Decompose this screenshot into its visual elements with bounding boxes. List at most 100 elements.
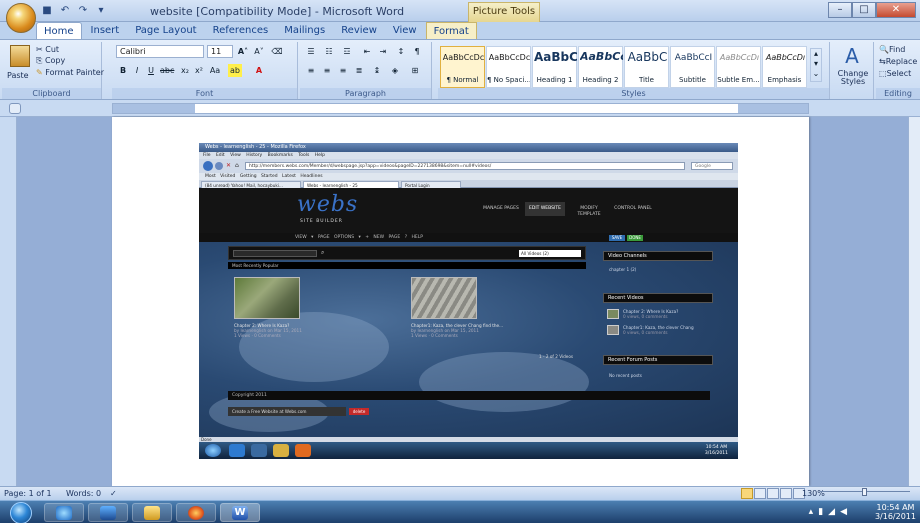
system-tray[interactable]: ▴▮◢◀ xyxy=(809,507,852,517)
ruler-bar[interactable] xyxy=(112,103,809,114)
numbering-icon[interactable]: ☷ xyxy=(322,45,336,58)
browser-tab: (84 unread) Yahoo! Mail, hocaybuki... xyxy=(201,181,301,188)
quick-access-toolbar: ■ ↶ ↷ ▾ xyxy=(40,4,108,18)
full-screen-icon[interactable] xyxy=(754,488,766,499)
justify-icon[interactable]: ≣ xyxy=(352,64,366,77)
style-subtitle[interactable]: AaBbCcI Subtitle xyxy=(670,46,715,88)
tab-mailings[interactable]: Mailings xyxy=(277,22,332,39)
change-case-icon[interactable]: Aa xyxy=(208,64,222,77)
sort-icon[interactable]: ↕ xyxy=(394,45,408,58)
qat-dropdown-icon[interactable]: ▾ xyxy=(94,4,108,18)
superscript-icon[interactable]: x² xyxy=(192,64,206,77)
minimize-button[interactable]: – xyxy=(828,2,852,18)
align-center-icon[interactable]: ≡ xyxy=(320,64,334,77)
web-layout-icon[interactable] xyxy=(767,488,779,499)
style-subtle-emphasis[interactable]: AaBbCcDı Subtle Em... xyxy=(716,46,761,88)
undo-icon[interactable]: ↶ xyxy=(58,4,72,18)
browser-tab: Webs - learnenglish - 25 xyxy=(303,181,399,188)
video-thumb-1 xyxy=(234,277,300,319)
taskbar-word[interactable]: W xyxy=(220,503,260,522)
styles-scroll-icon[interactable]: ▴ ▾ ⌄ xyxy=(810,48,822,82)
find-button[interactable]: 🔍Find xyxy=(879,45,905,54)
subscript-icon[interactable]: x₂ xyxy=(178,64,192,77)
forum-empty: No recent posts xyxy=(609,373,642,378)
multilevel-list-icon[interactable]: ☲ xyxy=(340,45,354,58)
inserted-picture[interactable]: Webs - learnenglish - 25 - Mozilla Firef… xyxy=(199,143,738,459)
replace-icon: ⇆ xyxy=(879,57,886,66)
outline-icon[interactable] xyxy=(780,488,792,499)
font-name-combo[interactable]: Calibri xyxy=(116,45,204,58)
folder-icon xyxy=(144,506,160,520)
align-right-icon[interactable]: ≡ xyxy=(336,64,350,77)
tab-format[interactable]: Format xyxy=(425,22,477,39)
tab-references[interactable]: References xyxy=(206,22,276,39)
maximize-button[interactable]: □ xyxy=(852,2,876,18)
proofing-icon[interactable]: ✓ xyxy=(110,488,117,500)
back-icon xyxy=(203,161,213,171)
taskbar-clock[interactable]: 10:54 AM 3/16/2011 xyxy=(875,503,916,521)
taskbar-explorer[interactable] xyxy=(132,503,172,522)
forward-icon xyxy=(215,162,223,170)
redo-icon[interactable]: ↷ xyxy=(76,4,90,18)
tab-view[interactable]: View xyxy=(386,22,424,39)
taskbar-media[interactable] xyxy=(88,503,128,522)
cut-button[interactable]: ✂ Cut xyxy=(36,45,59,54)
clear-format-icon[interactable]: ⌫ xyxy=(270,45,284,58)
font-size-combo[interactable]: 11 xyxy=(207,45,233,58)
horizontal-ruler[interactable] xyxy=(0,100,920,117)
office-button[interactable] xyxy=(6,3,36,33)
change-styles-button[interactable]: Change Styles xyxy=(834,70,872,86)
word-count[interactable]: Words: 0 xyxy=(66,488,101,500)
increase-indent-icon[interactable]: ⇥ xyxy=(376,45,390,58)
paste-icon[interactable] xyxy=(10,45,30,67)
bold-icon[interactable]: B xyxy=(116,64,130,77)
line-spacing-icon[interactable]: ↨ xyxy=(370,64,384,77)
style-no-spacing[interactable]: AaBbCcDc ¶ No Spaci... xyxy=(486,46,531,88)
grow-font-icon[interactable]: A˄ xyxy=(236,45,250,58)
zoom-knob[interactable] xyxy=(862,488,867,496)
style-heading-2[interactable]: AaBbCc Heading 2 xyxy=(578,46,623,88)
borders-icon[interactable]: ⊞ xyxy=(408,64,422,77)
taskbar-firefox[interactable] xyxy=(176,503,216,522)
webs-sidebar: Video Channels chapter 1 (2) Recent Vide… xyxy=(603,251,713,437)
align-left-icon[interactable]: ≡ xyxy=(304,64,318,77)
format-painter-button[interactable]: ✎ Format Painter xyxy=(36,68,104,77)
italic-icon[interactable]: I xyxy=(130,64,144,77)
replace-button[interactable]: ⇆Replace xyxy=(879,57,917,66)
paste-label[interactable]: Paste xyxy=(7,71,29,80)
taskbar-ie[interactable] xyxy=(44,503,84,522)
decrease-indent-icon[interactable]: ⇤ xyxy=(360,45,374,58)
style-title[interactable]: AaBbC Title xyxy=(624,46,669,88)
tab-insert[interactable]: Insert xyxy=(84,22,127,39)
change-styles-icon[interactable]: A xyxy=(842,45,862,67)
style-normal[interactable]: AaBbCcDc ¶ Normal xyxy=(440,46,485,88)
recent-videos-header: Recent Videos xyxy=(603,293,713,303)
close-button[interactable]: ✕ xyxy=(876,2,916,18)
style-heading-1[interactable]: AaBbC Heading 1 xyxy=(532,46,577,88)
copy-button[interactable]: ⎘ Copy xyxy=(36,56,65,66)
zoom-slider[interactable] xyxy=(820,488,910,496)
start-button[interactable] xyxy=(10,502,32,523)
highlight-icon[interactable]: ab xyxy=(228,64,242,77)
select-button[interactable]: ⬚Select xyxy=(879,69,911,78)
shading-icon[interactable]: ◈ xyxy=(388,64,402,77)
tab-page-layout[interactable]: Page Layout xyxy=(128,22,203,39)
strikethrough-icon[interactable]: abc xyxy=(160,64,174,77)
bullets-icon[interactable]: ☰ xyxy=(304,45,318,58)
browser-menu: File Edit View History Bookmarks Tools H… xyxy=(199,152,738,159)
save-icon[interactable]: ■ xyxy=(40,4,54,18)
font-color-icon[interactable]: A xyxy=(252,64,266,77)
vertical-scrollbar[interactable] xyxy=(908,117,920,486)
show-marks-icon[interactable]: ¶ xyxy=(410,45,424,58)
shrink-font-icon[interactable]: A˅ xyxy=(252,45,266,58)
tab-home[interactable]: Home xyxy=(36,22,82,39)
print-layout-icon[interactable] xyxy=(741,488,753,499)
free-website-button: delete xyxy=(349,408,369,415)
style-emphasis[interactable]: AaBbCcDı Emphasis xyxy=(762,46,807,88)
page-count[interactable]: Page: 1 of 1 xyxy=(4,488,52,500)
window-title: website [Compatibility Mode] - Microsoft… xyxy=(150,5,405,18)
tab-review[interactable]: Review xyxy=(334,22,384,39)
underline-icon[interactable]: U xyxy=(144,64,158,77)
vertical-ruler[interactable] xyxy=(0,117,17,486)
tab-selector[interactable] xyxy=(9,103,21,114)
